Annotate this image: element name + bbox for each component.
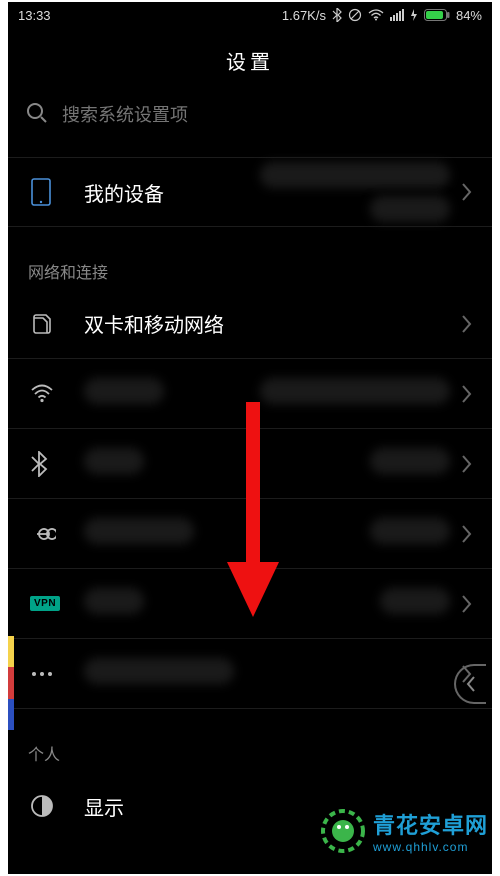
row-more[interactable]	[8, 639, 492, 709]
chevron-right-icon	[460, 314, 472, 334]
status-time: 13:33	[18, 8, 51, 23]
chevron-right-icon	[460, 524, 472, 544]
page-title: 设置	[8, 28, 492, 95]
label-my-device: 我的设备	[84, 178, 164, 207]
wifi-icon	[30, 384, 70, 404]
floating-ball-handle[interactable]	[454, 664, 486, 704]
label-hotspot	[84, 518, 194, 550]
row-dual-sim[interactable]: 双卡和移动网络	[8, 289, 492, 359]
value-vpn	[380, 588, 450, 619]
label-vpn	[84, 588, 144, 620]
value-wifi	[260, 378, 450, 409]
vpn-icon: VPN	[30, 596, 70, 611]
dnd-icon	[348, 8, 362, 22]
value-bluetooth	[370, 448, 450, 479]
wifi-icon	[368, 9, 384, 21]
row-bluetooth[interactable]	[8, 429, 492, 499]
row-display[interactable]: 显示	[8, 771, 492, 841]
chevron-right-icon	[460, 454, 472, 474]
side-color-strip	[8, 636, 14, 730]
row-wifi[interactable]	[8, 359, 492, 429]
bluetooth-icon	[30, 451, 70, 477]
search-input[interactable]	[62, 105, 474, 126]
status-net-speed: 1.67K/s	[282, 8, 326, 23]
label-more	[84, 658, 234, 690]
more-icon	[30, 670, 70, 678]
signal-icon	[390, 9, 404, 21]
value-my-device	[260, 162, 450, 222]
chevron-right-icon	[460, 182, 472, 202]
settings-screen: 13:33 1.67K/s	[8, 2, 492, 874]
section-personal: 个人	[8, 733, 492, 771]
sim-icon	[30, 312, 70, 336]
brightness-icon	[30, 794, 70, 818]
link-icon	[30, 526, 70, 542]
label-wifi	[84, 378, 164, 410]
label-bluetooth	[84, 448, 144, 480]
battery-icon	[424, 9, 450, 21]
chevron-right-icon	[460, 594, 472, 614]
device-icon	[30, 178, 70, 206]
chevron-right-icon	[460, 384, 472, 404]
bluetooth-icon	[332, 8, 342, 22]
status-bar: 13:33 1.67K/s	[8, 2, 492, 28]
section-network: 网络和连接	[8, 251, 492, 289]
row-hotspot[interactable]	[8, 499, 492, 569]
battery-percent: 84%	[456, 8, 482, 23]
search-bar[interactable]	[8, 95, 492, 135]
search-icon	[26, 102, 48, 129]
value-hotspot	[370, 518, 450, 549]
row-my-device[interactable]: 我的设备	[8, 157, 492, 227]
row-vpn[interactable]: VPN	[8, 569, 492, 639]
charging-icon	[410, 9, 418, 21]
label-display: 显示	[84, 792, 124, 821]
label-dual-sim: 双卡和移动网络	[84, 309, 224, 338]
